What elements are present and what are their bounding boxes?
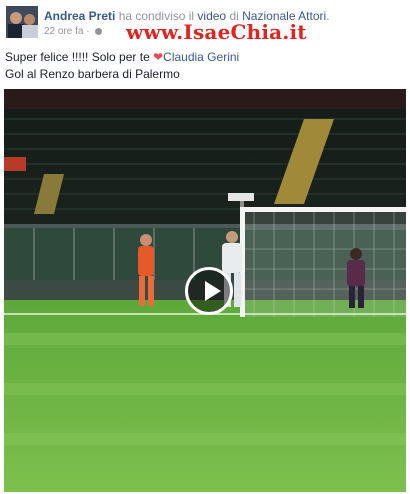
goal-crossbar bbox=[240, 207, 406, 212]
avatar-person bbox=[24, 14, 35, 25]
post-text-line2: Gol al Renzo barbera di Palermo bbox=[5, 67, 180, 81]
play-icon[interactable] bbox=[185, 267, 233, 315]
watermark-text: www.IsaeChia.it bbox=[126, 20, 307, 44]
globe-icon[interactable] bbox=[95, 27, 103, 35]
goal-net bbox=[242, 209, 406, 317]
post-text-line1: Super felice !!!!! Solo per te ❤Claudia … bbox=[5, 49, 239, 66]
heart-icon: ❤ bbox=[153, 50, 164, 64]
post-text: Super felice !!!!! Solo per te ❤Claudia … bbox=[5, 49, 239, 83]
author-name-link[interactable]: Andrea Preti bbox=[44, 9, 115, 23]
avatar-person bbox=[22, 25, 38, 38]
page-suffix: . bbox=[326, 9, 330, 23]
tagged-person-link[interactable]: Claudia Gerini bbox=[163, 50, 239, 64]
camera-housing bbox=[228, 193, 254, 201]
meta-separator: · bbox=[86, 26, 90, 37]
pitch bbox=[4, 300, 406, 492]
video-player[interactable] bbox=[4, 89, 406, 492]
stand-roof bbox=[4, 89, 406, 109]
stand-sign bbox=[4, 157, 26, 171]
avatar[interactable] bbox=[6, 6, 38, 38]
avatar-person bbox=[10, 12, 22, 24]
post-meta: 22 ore fa · bbox=[44, 26, 103, 37]
timestamp-link[interactable]: 22 ore fa bbox=[44, 26, 83, 37]
post-text-content: Super felice !!!!! Solo per te bbox=[5, 50, 150, 64]
